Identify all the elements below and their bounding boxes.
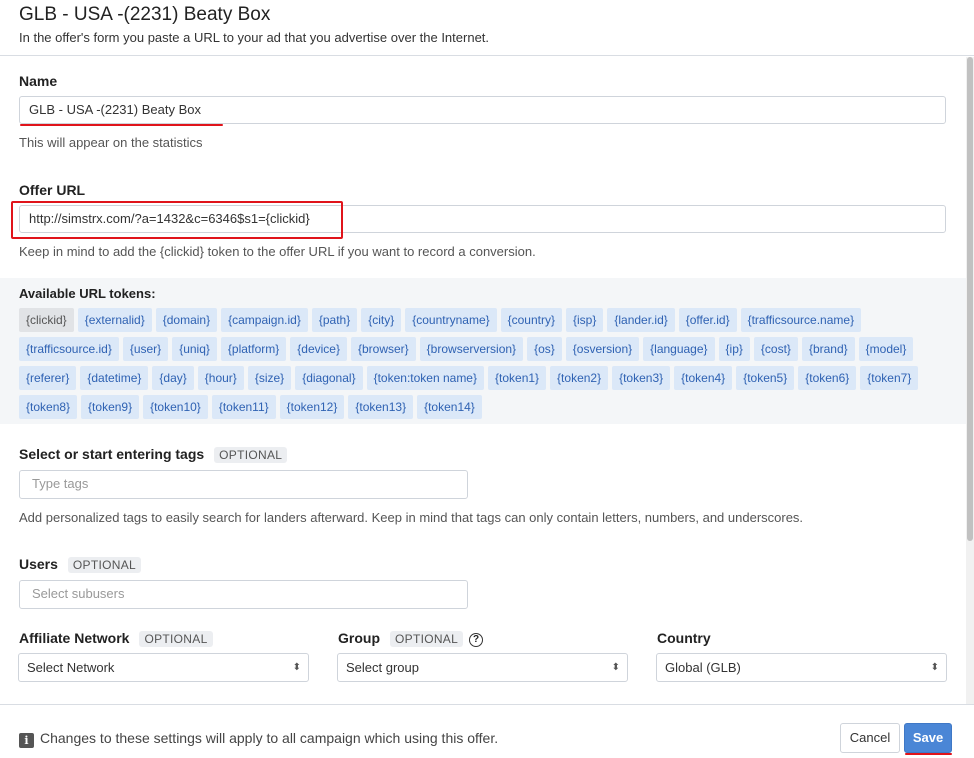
footer-note: i Changes to these settings will apply to… (19, 730, 498, 748)
url-token[interactable]: {os} (527, 337, 562, 361)
url-token[interactable]: {token:token name} (366, 366, 484, 390)
affiliate-network-label: Affiliate Network (19, 630, 130, 646)
url-token[interactable]: {brand} (801, 337, 855, 361)
url-token[interactable]: {uniq} (172, 337, 217, 361)
scrollbar-thumb[interactable] (967, 57, 973, 541)
url-token[interactable]: {externalid} (77, 308, 152, 332)
users-label-row: Users OPTIONAL (19, 556, 142, 573)
url-token[interactable]: {city} (361, 308, 402, 332)
offer-url-highlight-annotation (11, 201, 343, 239)
tags-label-row: Select or start entering tags OPTIONAL (19, 446, 288, 463)
country-select[interactable]: Global (GLB) ⬍ (656, 653, 947, 682)
url-token[interactable]: {ip} (718, 337, 750, 361)
url-token[interactable]: {token11} (211, 395, 276, 419)
affiliate-network-optional-badge: OPTIONAL (139, 631, 213, 647)
url-tokens-list: {clickid} {externalid} {domain} {campaign.i… (19, 308, 949, 419)
tags-optional-badge: OPTIONAL (214, 447, 288, 463)
form-body: Name GLB - USA -(2231) Beaty Box This wi… (0, 57, 966, 704)
url-token[interactable]: {token9} (81, 395, 140, 419)
question-circle-icon[interactable]: ? (469, 633, 484, 647)
url-token[interactable]: {cost} (753, 337, 798, 361)
url-token[interactable]: {token7} (860, 366, 919, 390)
tags-input[interactable]: Type tags (19, 470, 468, 499)
users-input[interactable]: Select subusers (19, 580, 468, 609)
vertical-scrollbar[interactable] (966, 57, 974, 704)
group-select[interactable]: Select group ⬍ (337, 653, 628, 682)
group-label-row: Group OPTIONAL? (338, 630, 484, 647)
url-token[interactable]: {token10} (143, 395, 208, 419)
url-token[interactable]: {size} (247, 366, 292, 390)
url-token[interactable]: {token1} (488, 366, 547, 390)
name-input-value: GLB - USA -(2231) Beaty Box (29, 102, 201, 117)
dialog-header: GLB - USA -(2231) Beaty Box In the offer… (0, 0, 974, 56)
url-token[interactable]: {offer.id} (678, 308, 737, 332)
url-token[interactable]: {token2} (550, 366, 609, 390)
users-label: Users (19, 556, 58, 572)
tags-hint: Add personalized tags to easily search f… (19, 510, 804, 525)
save-underline-annotation (905, 753, 952, 755)
offer-url-label: Offer URL (19, 182, 86, 198)
country-value: Global (GLB) (665, 660, 741, 675)
tags-label: Select or start entering tags (19, 446, 205, 462)
save-button[interactable]: Save (904, 723, 952, 753)
url-token[interactable]: {campaign.id} (221, 308, 308, 332)
footer-note-text: Changes to these settings will apply to … (40, 730, 499, 746)
country-label: Country (657, 630, 711, 646)
url-token[interactable]: {token12} (279, 395, 345, 419)
url-token[interactable]: {diagonal} (295, 366, 363, 390)
url-tokens-label: Available URL tokens: (19, 286, 156, 301)
url-token[interactable]: {token8} (19, 395, 78, 419)
url-token[interactable]: {browserversion} (419, 337, 524, 361)
name-underline-annotation (20, 124, 223, 126)
url-token[interactable]: {browser} (350, 337, 416, 361)
affiliate-network-select[interactable]: Select Network ⬍ (18, 653, 309, 682)
url-token[interactable]: {country} (500, 308, 562, 332)
dialog-title: GLB - USA -(2231) Beaty Box (19, 4, 271, 25)
cancel-button[interactable]: Cancel (840, 723, 900, 753)
name-hint: This will appear on the statistics (19, 135, 203, 150)
url-token[interactable]: {token6} (798, 366, 857, 390)
affiliate-network-label-row: Affiliate Network OPTIONAL (19, 630, 213, 647)
url-token[interactable]: {datetime} (80, 366, 149, 390)
name-label: Name (19, 73, 58, 89)
url-token[interactable]: {referer} (19, 366, 77, 390)
group-label: Group (338, 630, 380, 646)
url-token[interactable]: {hour} (197, 366, 244, 390)
users-optional-badge: OPTIONAL (67, 557, 142, 573)
url-token[interactable]: {token5} (736, 366, 795, 390)
url-token[interactable]: {countryname} (405, 308, 497, 332)
url-token[interactable]: {device} (290, 337, 347, 361)
url-token[interactable]: {language} (643, 337, 715, 361)
url-token[interactable]: {osversion} (565, 337, 640, 361)
select-arrows-icon: ⬍ (292, 662, 301, 673)
name-input[interactable]: GLB - USA -(2231) Beaty Box (19, 96, 946, 124)
url-token[interactable]: {domain} (155, 308, 218, 332)
url-token[interactable]: {lander.id} (607, 308, 675, 332)
users-placeholder: Select subusers (32, 586, 125, 601)
group-optional-badge: OPTIONAL (390, 631, 464, 647)
url-token[interactable]: {clickid} (19, 308, 74, 332)
url-token[interactable]: {token4} (674, 366, 733, 390)
select-arrows-icon: ⬍ (611, 662, 620, 673)
url-token[interactable]: {trafficsource.id} (19, 337, 119, 361)
url-token[interactable]: {model} (858, 337, 914, 361)
group-value: Select group (346, 660, 419, 675)
url-token[interactable]: {path} (311, 308, 358, 332)
dialog-footer: i Changes to these settings will apply to… (0, 704, 974, 758)
url-token[interactable]: {token14} (417, 395, 482, 419)
url-token[interactable]: {isp} (566, 308, 604, 332)
select-arrows-icon: ⬍ (930, 662, 939, 673)
url-token[interactable]: {trafficsource.name} (740, 308, 862, 332)
affiliate-network-value: Select Network (27, 660, 115, 675)
tags-placeholder: Type tags (32, 476, 89, 491)
url-token[interactable]: {token3} (612, 366, 671, 390)
url-tokens-panel: Available URL tokens: {clickid} {external… (0, 278, 966, 424)
dialog-subtitle: In the offer's form you paste a URL to y… (19, 30, 490, 45)
url-token[interactable]: {platform} (220, 337, 287, 361)
info-icon: i (19, 733, 34, 748)
offer-url-hint: Keep in mind to add the {clickid} token … (19, 244, 536, 259)
url-token[interactable]: {user} (122, 337, 169, 361)
url-token[interactable]: {day} (152, 366, 194, 390)
url-token[interactable]: {token13} (348, 395, 414, 419)
